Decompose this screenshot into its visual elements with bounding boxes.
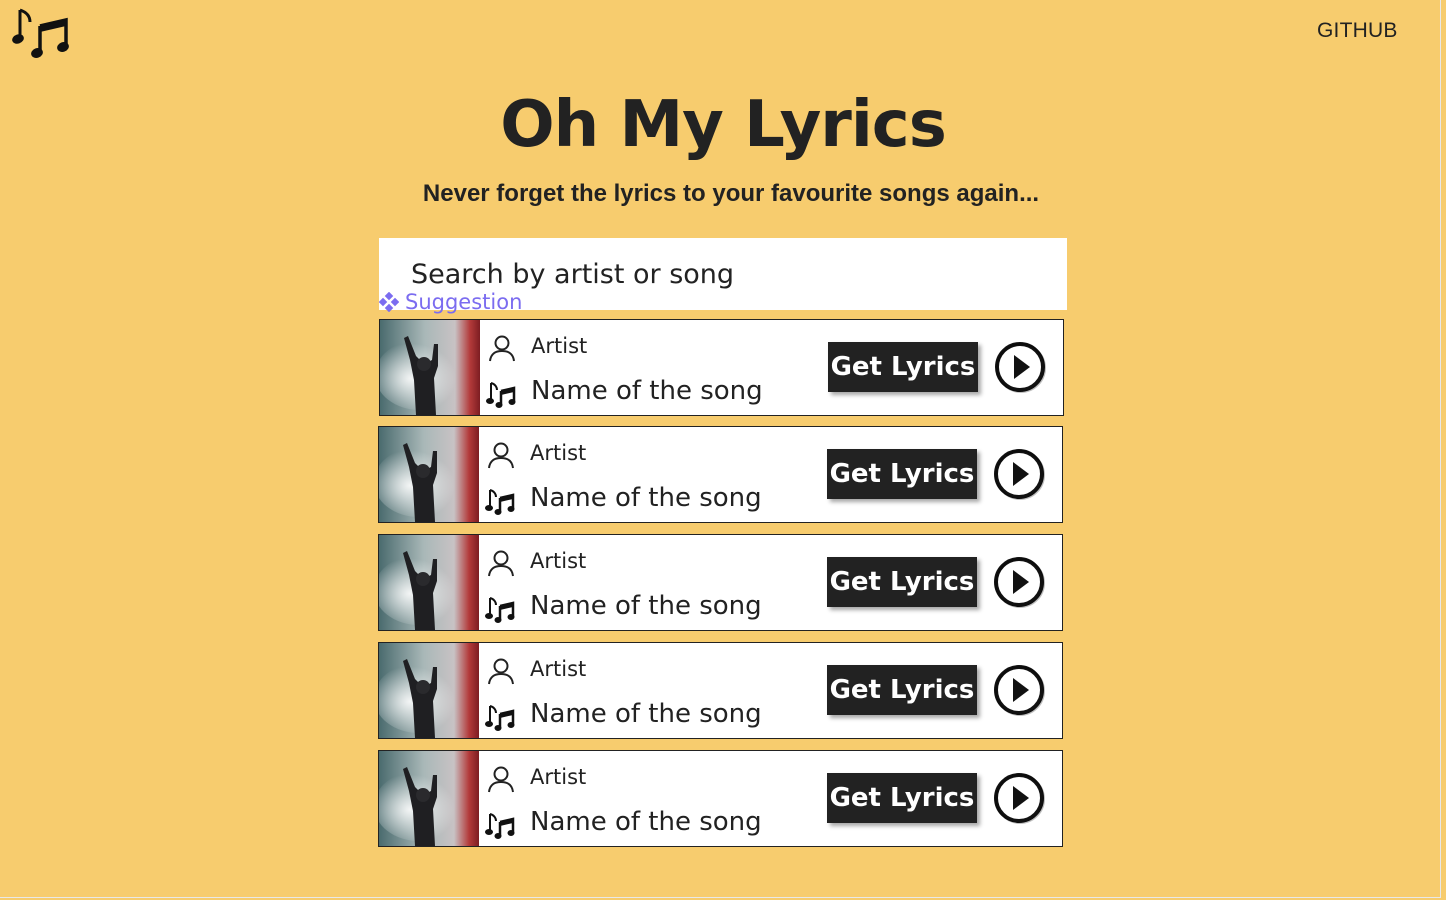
artist-name: Artist <box>530 441 587 465</box>
artist-name: Artist <box>530 765 587 789</box>
user-icon <box>488 658 514 685</box>
album-thumbnail <box>379 427 479 522</box>
music-note-icon <box>485 705 515 731</box>
suggestion-text: Suggestion <box>405 290 523 314</box>
song-name: Name of the song <box>530 483 762 513</box>
artist-name: Artist <box>530 549 587 573</box>
page-title: Oh My Lyrics <box>500 88 947 162</box>
result-row: Artist Name of the song Get Lyrics <box>378 426 1063 523</box>
github-link[interactable]: GITHUB <box>1317 19 1398 43</box>
album-thumbnail <box>379 535 479 630</box>
get-lyrics-button[interactable]: Get Lyrics <box>827 557 977 607</box>
result-row: Artist Name of the song Get Lyrics <box>378 750 1063 847</box>
song-name: Name of the song <box>531 376 763 406</box>
album-thumbnail <box>380 320 480 415</box>
result-row: Artist Name of the song Get Lyrics <box>378 534 1063 631</box>
suggestion-label: Suggestion <box>379 290 522 314</box>
play-icon[interactable] <box>994 341 1048 395</box>
result-row: Artist Name of the song Get Lyrics <box>378 642 1063 739</box>
get-lyrics-button[interactable]: Get Lyrics <box>827 665 977 715</box>
song-name: Name of the song <box>530 699 762 729</box>
diamond-icon <box>379 292 399 312</box>
song-name: Name of the song <box>530 807 762 837</box>
result-row: Artist Name of the song Get Lyrics <box>379 319 1064 416</box>
music-notes-icon[interactable] <box>12 6 70 60</box>
user-icon <box>488 442 514 469</box>
get-lyrics-button[interactable]: Get Lyrics <box>827 449 977 499</box>
play-icon[interactable] <box>993 772 1047 826</box>
song-name: Name of the song <box>530 591 762 621</box>
music-note-icon <box>485 597 515 623</box>
user-icon <box>488 550 514 577</box>
music-note-icon <box>486 382 516 408</box>
music-note-icon <box>485 813 515 839</box>
artist-name: Artist <box>530 657 587 681</box>
page-subtitle: Never forget the lyrics to your favourit… <box>422 180 1040 207</box>
play-icon[interactable] <box>993 448 1047 502</box>
play-icon[interactable] <box>993 556 1047 610</box>
play-icon[interactable] <box>993 664 1047 718</box>
user-icon <box>488 766 514 793</box>
user-icon <box>489 335 515 362</box>
get-lyrics-button[interactable]: Get Lyrics <box>828 342 978 392</box>
search-input[interactable] <box>411 256 1031 292</box>
get-lyrics-button[interactable]: Get Lyrics <box>827 773 977 823</box>
music-note-icon <box>485 489 515 515</box>
album-thumbnail <box>379 751 479 846</box>
artist-name: Artist <box>531 334 588 358</box>
album-thumbnail <box>379 643 479 738</box>
